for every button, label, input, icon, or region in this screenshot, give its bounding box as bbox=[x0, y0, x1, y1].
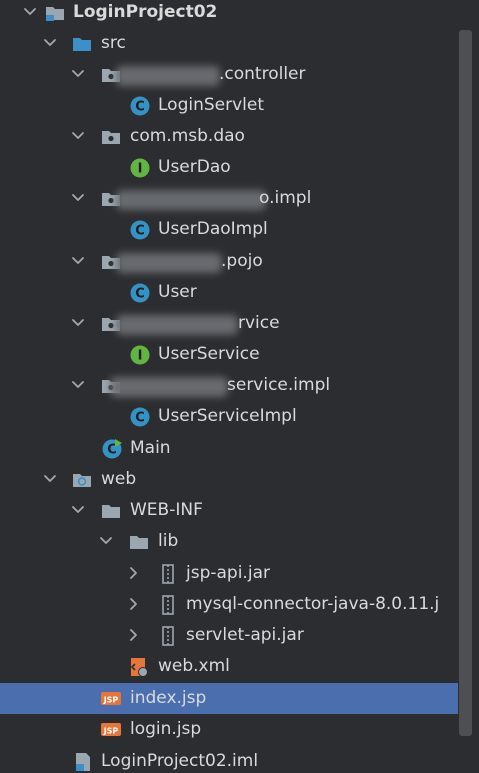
jar-label: mysql-connector-java-8.0.11.j bbox=[186, 594, 440, 614]
tree-row-lib[interactable]: lib bbox=[0, 526, 458, 557]
chevron-down-icon[interactable] bbox=[70, 377, 86, 393]
jar-library-icon bbox=[162, 595, 174, 615]
class-label: UserServiceImpl bbox=[158, 406, 297, 426]
tree-row-class-main[interactable]: Main bbox=[0, 433, 458, 464]
java-class-icon bbox=[130, 220, 150, 240]
tree-row-package-pojo[interactable]: .pojo bbox=[0, 246, 458, 277]
tree-row-src[interactable]: src bbox=[0, 28, 458, 59]
java-interface-icon bbox=[130, 158, 150, 178]
tree-row-webxml[interactable]: web.xml bbox=[0, 651, 458, 682]
tree-row-indexjsp[interactable]: index.jsp bbox=[0, 683, 458, 714]
redacted-package-prefix bbox=[116, 253, 222, 273]
redacted-package-prefix bbox=[110, 377, 228, 397]
tree-row-interface-userdao[interactable]: UserDao bbox=[0, 152, 458, 183]
chevron-down-icon[interactable] bbox=[70, 66, 86, 82]
package-label: com.msb.dao bbox=[130, 126, 245, 146]
chevron-down-icon[interactable] bbox=[70, 128, 86, 144]
project-folder-icon bbox=[46, 7, 64, 21]
java-interface-icon bbox=[130, 345, 150, 365]
web-folder-icon bbox=[72, 473, 92, 488]
tree-row-jar[interactable]: servlet-api.jar bbox=[0, 620, 458, 651]
java-class-icon bbox=[130, 96, 150, 116]
tree-row-class-userserviceimpl[interactable]: UserServiceImpl bbox=[0, 401, 458, 432]
redacted-package-prefix bbox=[116, 66, 220, 86]
chevron-down-icon[interactable] bbox=[22, 4, 38, 20]
file-label: login.jsp bbox=[130, 719, 202, 739]
src-folder-label: src bbox=[101, 33, 126, 53]
chevron-down-icon[interactable] bbox=[42, 35, 58, 51]
jsp-file-icon bbox=[101, 692, 121, 705]
chevron-down-icon[interactable] bbox=[70, 315, 86, 331]
project-name-label: LoginProject02 bbox=[73, 2, 218, 22]
jar-label: servlet-api.jar bbox=[186, 625, 304, 645]
jar-library-icon bbox=[162, 626, 174, 646]
tree-row-package-service[interactable]: rvice bbox=[0, 308, 458, 339]
chevron-down-icon[interactable] bbox=[70, 502, 86, 518]
tree-row-package-dao[interactable]: com.msb.dao bbox=[0, 121, 458, 152]
package-label: o.impl bbox=[259, 188, 312, 208]
file-label: LoginProject02.iml bbox=[101, 751, 259, 771]
tree-row-package-controller[interactable]: .controller bbox=[0, 59, 458, 90]
tree-row-class-loginservlet[interactable]: LoginServlet bbox=[0, 90, 458, 121]
interface-label: UserService bbox=[158, 344, 260, 364]
jar-library-icon bbox=[162, 564, 174, 584]
package-label: .controller bbox=[219, 64, 306, 84]
class-label: User bbox=[158, 282, 197, 302]
class-label: UserDaoImpl bbox=[158, 219, 268, 239]
tree-row-interface-userservice[interactable]: UserService bbox=[0, 339, 458, 370]
package-label: .pojo bbox=[221, 251, 263, 271]
xml-file-icon bbox=[130, 658, 148, 677]
source-folder-icon bbox=[73, 38, 91, 51]
interface-label: UserDao bbox=[158, 157, 231, 177]
chevron-down-icon[interactable] bbox=[70, 190, 86, 206]
chevron-down-icon[interactable] bbox=[70, 253, 86, 269]
folder-label: WEB-INF bbox=[130, 500, 203, 520]
chevron-right-icon[interactable] bbox=[126, 565, 142, 581]
redacted-package-prefix bbox=[116, 315, 238, 335]
java-class-icon bbox=[130, 283, 150, 303]
module-file-icon bbox=[76, 753, 90, 771]
jar-label: jsp-api.jar bbox=[186, 563, 270, 583]
project-tree: LoginProject02 src .controller LoginServ… bbox=[0, 0, 458, 773]
package-icon bbox=[102, 131, 120, 144]
chevron-down-icon[interactable] bbox=[42, 471, 58, 487]
package-label: rvice bbox=[238, 313, 280, 333]
tree-row-jar[interactable]: mysql-connector-java-8.0.11.j bbox=[0, 589, 458, 620]
folder-icon bbox=[130, 536, 148, 549]
package-label: service.impl bbox=[227, 375, 331, 395]
folder-label: lib bbox=[158, 531, 179, 551]
folder-icon bbox=[102, 505, 120, 518]
tree-row-class-user[interactable]: User bbox=[0, 277, 458, 308]
chevron-right-icon[interactable] bbox=[126, 627, 142, 643]
vertical-scrollbar-thumb[interactable] bbox=[459, 30, 472, 736]
java-main-class-icon bbox=[102, 439, 122, 459]
tree-row-webinf[interactable]: WEB-INF bbox=[0, 495, 458, 526]
java-class-icon bbox=[130, 407, 150, 427]
class-label: Main bbox=[130, 438, 171, 458]
chevron-down-icon[interactable] bbox=[98, 533, 114, 549]
file-label: web.xml bbox=[158, 656, 230, 676]
tree-row-project[interactable]: LoginProject02 bbox=[0, 0, 458, 28]
tree-row-jar[interactable]: jsp-api.jar bbox=[0, 558, 458, 589]
tree-row-loginjsp[interactable]: login.jsp bbox=[0, 714, 458, 745]
jsp-file-icon bbox=[101, 723, 121, 736]
chevron-right-icon[interactable] bbox=[126, 596, 142, 612]
file-label: index.jsp bbox=[130, 688, 207, 708]
tree-row-package-serviceimpl[interactable]: service.impl bbox=[0, 370, 458, 401]
tree-row-iml[interactable]: LoginProject02.iml bbox=[0, 746, 458, 773]
redacted-package-prefix bbox=[116, 190, 266, 210]
tree-row-web[interactable]: web bbox=[0, 464, 458, 495]
tree-row-class-userdaoimpl[interactable]: UserDaoImpl bbox=[0, 214, 458, 245]
class-label: LoginServlet bbox=[158, 95, 265, 115]
folder-label: web bbox=[101, 469, 137, 489]
tree-row-package-daoimpl[interactable]: o.impl bbox=[0, 183, 458, 214]
